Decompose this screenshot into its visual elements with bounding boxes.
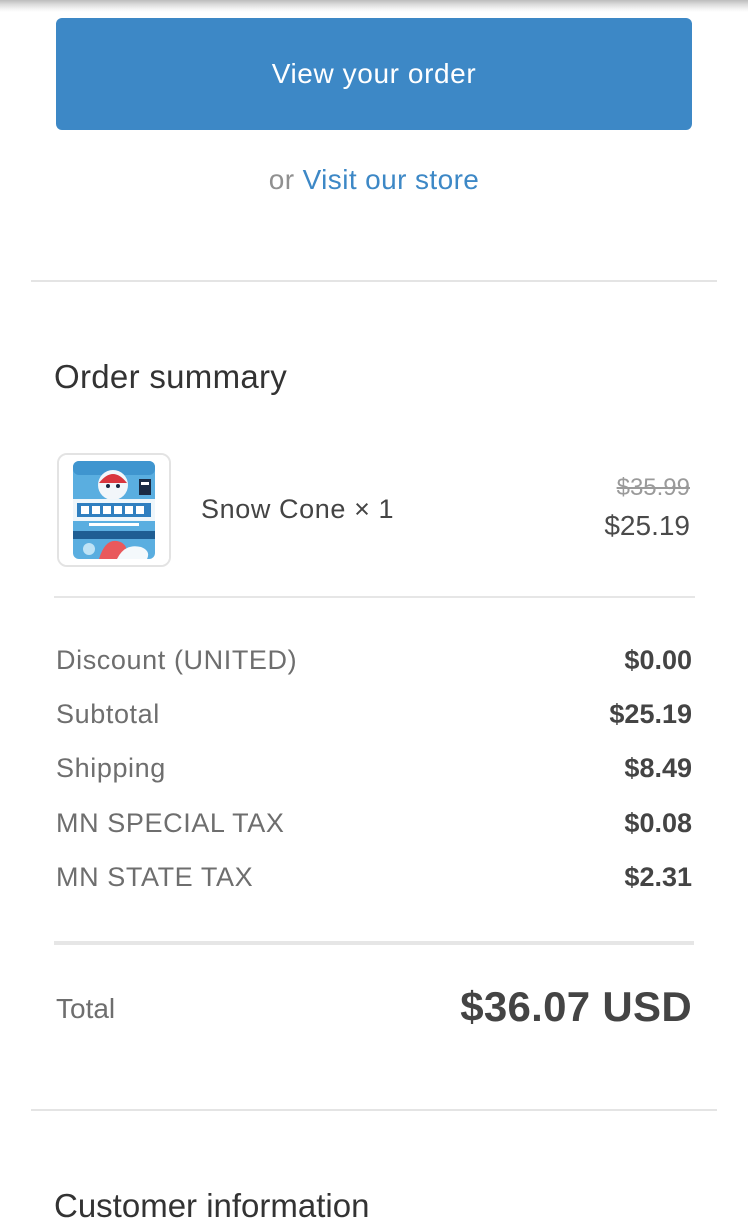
top-edge-shadow <box>0 0 748 12</box>
discount-row: Discount (UNITED) $0.00 <box>56 645 692 679</box>
product-price: $25.19 <box>604 510 690 541</box>
gfuel-tub-icon <box>59 455 169 565</box>
shipping-value: $8.49 <box>624 753 692 783</box>
customer-information-title: Customer information <box>54 1187 370 1224</box>
total-value: $36.07 USD <box>460 983 692 1030</box>
product-thumbnail <box>57 453 171 567</box>
section-divider <box>31 1109 717 1111</box>
shipping-label: Shipping <box>56 753 166 783</box>
or-text: or <box>268 164 295 195</box>
product-original-price: $35.99 <box>616 474 690 501</box>
product-name: Snow Cone × 1 <box>201 494 395 524</box>
subtotal-label: Subtotal <box>56 699 160 729</box>
special-tax-row: MN SPECIAL TAX $0.08 <box>56 808 692 842</box>
shipping-row: Shipping $8.49 <box>56 753 692 787</box>
subtotal-row: Subtotal $25.19 <box>56 699 692 733</box>
special-tax-value: $0.08 <box>624 808 692 838</box>
special-tax-label: MN SPECIAL TAX <box>56 808 285 838</box>
state-tax-row: MN STATE TAX $2.31 <box>56 862 692 896</box>
visit-store-link[interactable]: Visit our store <box>303 164 480 195</box>
order-summary-title: Order summary <box>54 358 288 395</box>
section-divider <box>31 280 717 282</box>
store-link-row: or Visit our store <box>0 164 748 196</box>
discount-label: Discount (UNITED) <box>56 645 298 675</box>
items-divider <box>54 596 695 598</box>
view-order-button[interactable]: View your order <box>56 18 692 130</box>
total-label: Total <box>56 993 116 1024</box>
subtotal-value: $25.19 <box>609 699 692 729</box>
discount-value: $0.00 <box>624 645 692 675</box>
state-tax-label: MN STATE TAX <box>56 862 254 892</box>
state-tax-value: $2.31 <box>624 862 692 892</box>
total-divider <box>54 941 694 945</box>
